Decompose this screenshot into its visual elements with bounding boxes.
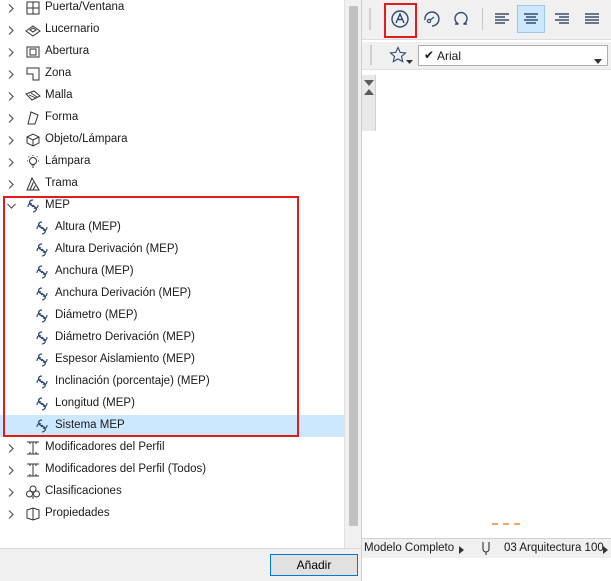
font-row: ✔ Arial: [362, 42, 611, 70]
shape-icon: [24, 109, 42, 127]
layer-combination-label[interactable]: 03 Arquitectura 100: [504, 542, 604, 554]
chevron-down-icon: [594, 53, 602, 67]
tree-item[interactable]: Abertura: [0, 41, 344, 63]
tree-item[interactable]: Propiedades: [0, 503, 344, 525]
tree-item-label: Malla: [45, 89, 73, 101]
tree-item[interactable]: Malla: [0, 85, 344, 107]
tree-item-label: Trama: [45, 177, 78, 189]
tree-item-label: Lucernario: [45, 23, 100, 35]
chevron-right-icon[interactable]: [6, 179, 16, 189]
tree-item[interactable]: Lámpara: [0, 151, 344, 173]
tree-item-label: Modificadores del Perfil (Todos): [45, 463, 207, 475]
profile-modifier-icon: [24, 461, 42, 479]
object-lamp-icon: [24, 131, 42, 149]
chevron-right-icon[interactable]: [6, 91, 16, 101]
tree-item-label: Puerta/Ventana: [45, 1, 125, 13]
chevron-right-icon[interactable]: [6, 465, 16, 475]
chevron-right-icon[interactable]: [6, 69, 16, 79]
align-left-icon[interactable]: [488, 5, 516, 33]
tree-item[interactable]: Zona: [0, 63, 344, 85]
chevron-right-icon[interactable]: [6, 135, 16, 145]
tree-item[interactable]: Forma: [0, 107, 344, 129]
toolbar-separator: [482, 8, 483, 30]
tree-item[interactable]: Clasificaciones: [0, 481, 344, 503]
toolbar-grip: [370, 45, 372, 68]
tree-item[interactable]: Puerta/Ventana: [0, 0, 344, 19]
scrollbar-thumb[interactable]: [349, 6, 358, 526]
chevron-down-icon[interactable]: [406, 53, 413, 67]
special-character-icon[interactable]: [447, 5, 475, 33]
tree-scrollbar[interactable]: [344, 0, 361, 548]
tree-item-label: Abertura: [45, 45, 90, 57]
tree-item-label: Zona: [45, 67, 72, 79]
chevron-right-icon[interactable]: [459, 545, 464, 557]
add-button[interactable]: Añadir: [270, 554, 358, 576]
chevron-right-icon[interactable]: [6, 487, 16, 497]
classification-icon: [24, 483, 42, 501]
favorite-star-icon[interactable]: [389, 46, 407, 67]
chevron-right-icon[interactable]: [603, 545, 608, 557]
rotate-text-icon[interactable]: [418, 5, 446, 33]
text-cursor-indicator: [492, 523, 520, 525]
app-window: Puerta/Ventana Lucernario Abertura Zona Mall…: [0, 0, 611, 581]
layer-combination-icon: [481, 541, 491, 558]
tree-item[interactable]: Modificadores del Perfil (Todos): [0, 459, 344, 481]
skylight-icon: [24, 21, 42, 39]
chevron-right-icon[interactable]: [6, 157, 16, 167]
opening-icon: [24, 43, 42, 61]
tree-item[interactable]: Objeto/Lámpara: [0, 129, 344, 151]
chevron-right-icon[interactable]: [6, 113, 16, 123]
align-justify-icon[interactable]: [578, 5, 606, 33]
tree-item[interactable]: Trama: [0, 173, 344, 195]
toolbar-grip: [366, 5, 374, 33]
tree-item-label: Propiedades: [45, 507, 110, 519]
indent-marker-icon[interactable]: [364, 80, 374, 101]
lamp-icon: [24, 153, 42, 171]
tree-item-label: Lámpara: [45, 155, 91, 167]
align-center-icon[interactable]: [517, 5, 545, 33]
tree-item-label: Clasificaciones: [45, 485, 122, 497]
chevron-right-icon[interactable]: [6, 47, 16, 57]
autotext-highlight-box: [384, 3, 417, 38]
font-select-value: Arial: [437, 49, 462, 63]
door-window-icon: [24, 0, 42, 17]
align-right-icon[interactable]: [548, 5, 576, 33]
label-editor-panel: ✔ Arial Modelo Completo 03 Arquitectura …: [361, 0, 611, 581]
tree-item-label: Forma: [45, 111, 79, 123]
zone-icon: [24, 65, 42, 83]
mesh-icon: [24, 87, 42, 105]
mep-highlight-box: [3, 196, 299, 437]
chevron-right-icon[interactable]: [6, 443, 16, 453]
vertical-ruler: [362, 75, 376, 131]
fill-pattern-icon: [24, 175, 42, 193]
tree-footer: Añadir: [0, 548, 361, 581]
properties-icon: [24, 505, 42, 523]
tree-item-label: Objeto/Lámpara: [45, 133, 128, 145]
model-view-label[interactable]: Modelo Completo: [364, 542, 454, 554]
chevron-right-icon[interactable]: [6, 509, 16, 519]
tree-item-label: Modificadores del Perfil: [45, 441, 165, 453]
tree-item[interactable]: Modificadores del Perfil: [0, 437, 344, 459]
chevron-right-icon[interactable]: [6, 3, 16, 13]
checkmark-icon: ✔: [424, 48, 435, 62]
profile-modifier-icon: [24, 439, 42, 457]
chevron-right-icon[interactable]: [6, 25, 16, 35]
font-select[interactable]: ✔ Arial: [418, 45, 608, 66]
status-bar: Modelo Completo 03 Arquitectura 100: [362, 538, 611, 558]
tree-item[interactable]: Lucernario: [0, 19, 344, 41]
